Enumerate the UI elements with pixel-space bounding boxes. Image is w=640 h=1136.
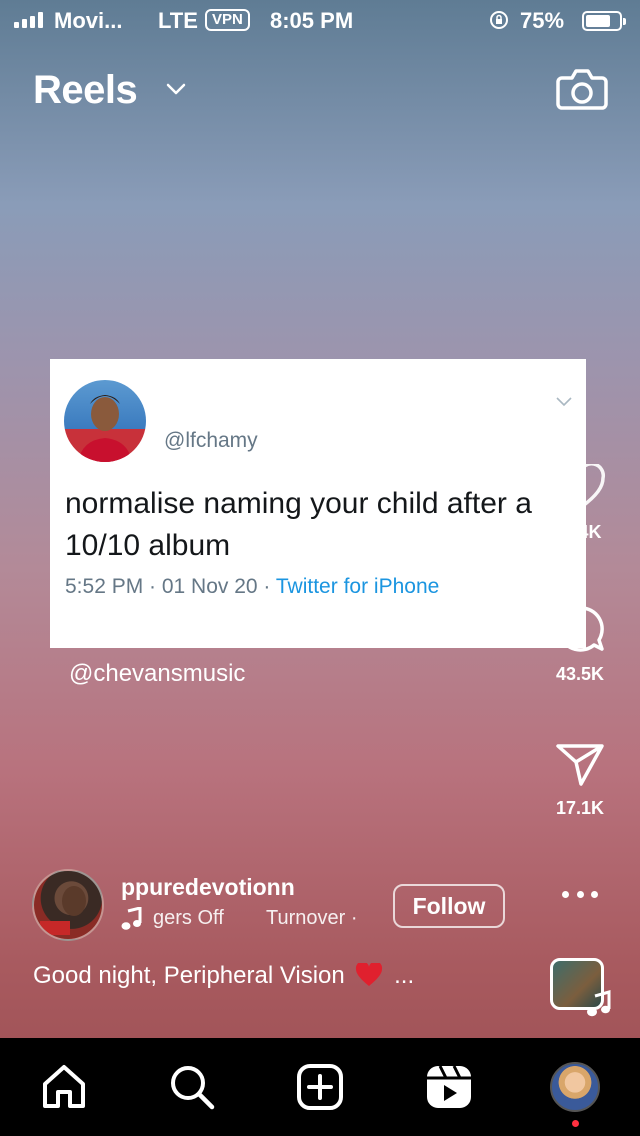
tweet-card: @lfchamy normalise naming your child aft… xyxy=(50,359,586,648)
video-overlay-handle: @chevansmusic xyxy=(69,660,246,687)
home-icon[interactable] xyxy=(39,1062,89,1112)
caption-more[interactable]: ... xyxy=(394,962,414,989)
more-icon[interactable] xyxy=(562,888,598,900)
share-button[interactable]: 17.1K xyxy=(548,742,612,819)
tweet-avatar xyxy=(64,380,146,462)
carrier-name: Movi... xyxy=(54,8,123,33)
song-artist[interactable]: Turnover · xyxy=(266,907,358,930)
comment-icon[interactable] xyxy=(554,604,606,654)
tweet-handle: @lfchamy xyxy=(164,429,258,452)
caption[interactable]: Good night, Peripheral Vision ... xyxy=(33,962,414,990)
orientation-lock-icon xyxy=(490,11,508,29)
status-bar: Movi... LTE VPN 8:05 PM 75% xyxy=(0,0,640,44)
search-icon[interactable] xyxy=(167,1062,217,1112)
tweet-timestamp: 5:52 PM · 01 Nov 20 · xyxy=(65,575,276,598)
like-button[interactable]: 154K xyxy=(548,464,612,543)
reels-icon[interactable] xyxy=(424,1062,474,1112)
clock: 8:05 PM xyxy=(270,8,354,33)
like-count: 154K xyxy=(558,522,602,542)
notification-dot xyxy=(572,1120,579,1127)
music-note-icon xyxy=(587,990,611,1017)
comment-button[interactable]: 43.5K xyxy=(548,604,612,685)
camera-icon[interactable] xyxy=(556,66,608,112)
chevron-down-icon[interactable] xyxy=(166,82,186,96)
tweet-text: normalise naming your child after a 10/1… xyxy=(65,487,532,562)
comment-count: 43.5K xyxy=(555,664,605,684)
caption-text: Good night, Peripheral Vision xyxy=(33,962,345,989)
tab-bar xyxy=(0,1038,640,1136)
tweet-source: Twitter for iPhone xyxy=(275,575,440,598)
vpn-badge: VPN xyxy=(205,9,250,31)
tweet-meta: 5:52 PM · 01 Nov 20 · Twitter for iPhone xyxy=(65,575,439,599)
song-title[interactable]: gers Off xyxy=(153,907,224,930)
profile-avatar[interactable] xyxy=(550,1062,600,1112)
share-icon[interactable] xyxy=(554,742,606,788)
battery-percentage: 75% xyxy=(520,8,565,33)
share-count: 17.1K xyxy=(555,798,605,818)
red-heart-emoji-icon xyxy=(356,963,383,986)
create-icon[interactable] xyxy=(295,1062,345,1112)
heart-icon[interactable] xyxy=(554,464,606,512)
author-username[interactable]: ppuredevotionn xyxy=(121,874,295,901)
page-title[interactable]: Reels xyxy=(33,68,138,113)
battery-icon xyxy=(582,11,626,31)
chevron-down-icon xyxy=(556,397,572,407)
music-note-icon xyxy=(121,907,142,930)
author-avatar[interactable] xyxy=(32,869,104,941)
network-type: LTE xyxy=(158,8,198,33)
follow-button[interactable]: Follow xyxy=(393,884,505,928)
signal-icon xyxy=(14,12,43,28)
